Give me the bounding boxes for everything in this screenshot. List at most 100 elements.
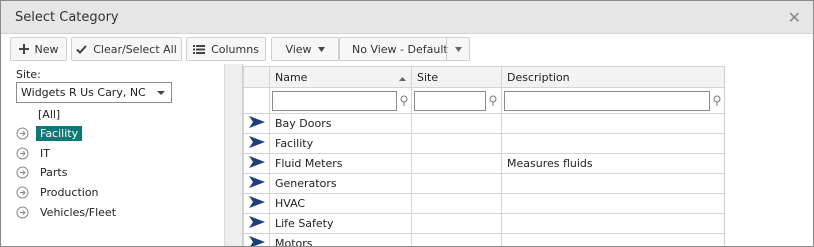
name-cell: Motors: [269, 233, 412, 246]
site-label: Site:: [16, 68, 41, 81]
circle-arrow-icon[interactable]: [16, 206, 29, 219]
clear-select-all-label: Clear/Select All: [93, 42, 177, 56]
site-filter-input[interactable]: [414, 90, 486, 111]
select-row-cell[interactable]: [243, 213, 270, 234]
arrow-right-icon[interactable]: [248, 196, 265, 208]
column-header-site[interactable]: Site: [411, 66, 502, 88]
new-button-label: New: [34, 42, 59, 56]
tree-item-production[interactable]: Production: [16, 183, 103, 201]
site-select[interactable]: Widgets R Us Cary, NC: [16, 82, 172, 103]
category-grid-area: Name Site Description Bay Doors Facility…: [243, 64, 813, 247]
select-row-cell[interactable]: [243, 153, 270, 174]
description-cell: [501, 233, 725, 246]
tree-item-label: Facility: [36, 125, 83, 141]
arrow-right-icon[interactable]: [248, 176, 265, 188]
tree-item-it[interactable]: IT: [16, 144, 54, 162]
view-select-value: No View - Default: [352, 42, 448, 56]
table-row[interactable]: HVAC: [243, 193, 725, 214]
description-filter-input[interactable]: [504, 90, 710, 111]
view-button-label: View: [285, 42, 312, 56]
filter-icon[interactable]: [399, 95, 409, 107]
name-cell: Life Safety: [269, 213, 412, 234]
site-cell: [411, 113, 502, 134]
select-row-cell[interactable]: [243, 173, 270, 194]
site-cell: [411, 153, 502, 174]
circle-arrow-icon[interactable]: [16, 147, 29, 160]
arrow-right-icon[interactable]: [248, 116, 265, 128]
clear-select-all-button[interactable]: Clear/Select All: [71, 37, 182, 61]
tree-item-all[interactable]: [All]: [34, 105, 64, 123]
grid-empty-area: [724, 66, 813, 246]
dialog-title: Select Category: [15, 10, 119, 25]
name-filter-input[interactable]: [272, 90, 397, 111]
tree-item-label: [All]: [38, 107, 61, 121]
new-button[interactable]: New: [10, 37, 67, 61]
select-row-cell[interactable]: [243, 233, 270, 247]
column-header-description[interactable]: Description: [501, 66, 725, 88]
arrow-right-icon[interactable]: [248, 156, 265, 168]
tree-item-parts[interactable]: Parts: [16, 163, 71, 181]
table-row[interactable]: Facility: [243, 133, 725, 154]
toolbar: New Clear/Select All Columns View No Vie…: [1, 34, 813, 64]
caret-down-icon: [317, 46, 325, 52]
category-grid: Name Site Description Bay Doors Facility…: [243, 66, 725, 247]
name-cell: Generators: [269, 173, 412, 194]
table-row[interactable]: Bay Doors: [243, 113, 725, 134]
columns-button[interactable]: Columns: [186, 37, 266, 61]
site-select-value: Widgets R Us Cary, NC: [21, 86, 146, 99]
select-row-cell[interactable]: [243, 113, 270, 134]
tree-item-vehicles-fleet[interactable]: Vehicles/Fleet: [16, 203, 120, 221]
filter-cell-site: [411, 87, 502, 114]
category-tree-pane: Site: Widgets R Us Cary, NC [All] Facili…: [2, 64, 225, 246]
sort-ascending-icon: [399, 76, 406, 81]
table-row[interactable]: Generators: [243, 173, 725, 194]
site-cell: [411, 233, 502, 246]
column-header-select: [243, 66, 270, 88]
arrow-right-icon[interactable]: [248, 136, 265, 148]
description-cell: [501, 113, 725, 134]
filter-cell-description: [501, 87, 725, 114]
circle-arrow-icon[interactable]: [16, 166, 29, 179]
column-header-description-label: Description: [507, 70, 570, 84]
filter-row: [243, 87, 725, 114]
description-cell: [501, 133, 725, 154]
select-row-cell[interactable]: [243, 193, 270, 214]
site-cell: [411, 133, 502, 154]
caret-down-icon: [157, 91, 165, 95]
filter-cell-empty: [243, 87, 270, 114]
circle-arrow-icon[interactable]: [16, 127, 29, 140]
tree-item-label: Production: [40, 185, 99, 199]
view-select-divider: [446, 38, 447, 60]
chevron-down-icon[interactable]: [455, 47, 462, 52]
filter-icon[interactable]: [712, 95, 722, 107]
column-header-name[interactable]: Name: [269, 66, 412, 88]
name-cell: Fluid Meters: [269, 153, 412, 174]
column-header-name-label: Name: [275, 70, 308, 84]
site-cell: [411, 213, 502, 234]
arrow-right-icon[interactable]: [248, 236, 265, 247]
filter-cell-name: [269, 87, 412, 114]
tree-item-label: Vehicles/Fleet: [40, 205, 117, 219]
select-row-cell[interactable]: [243, 133, 270, 154]
view-select[interactable]: No View - Default: [339, 37, 470, 61]
site-cell: [411, 173, 502, 194]
columns-button-label: Columns: [211, 42, 259, 56]
close-icon[interactable]: ✕: [788, 8, 801, 27]
table-row[interactable]: Fluid Meters Measures fluids: [243, 153, 725, 174]
filter-icon[interactable]: [488, 95, 498, 107]
name-cell: HVAC: [269, 193, 412, 214]
list-icon: [193, 44, 206, 54]
tree-item-label: Parts: [40, 165, 68, 179]
arrow-right-icon[interactable]: [248, 216, 265, 228]
view-button[interactable]: View: [271, 37, 339, 61]
circle-arrow-icon[interactable]: [16, 186, 29, 199]
description-cell: [501, 193, 725, 214]
splitter-gutter[interactable]: [225, 64, 243, 246]
select-category-dialog: Select Category ✕ New Clear/Select All C…: [0, 0, 814, 247]
table-row[interactable]: Life Safety: [243, 213, 725, 234]
description-cell: [501, 173, 725, 194]
checkmark-icon: [76, 44, 87, 54]
table-row[interactable]: Motors: [243, 233, 725, 247]
description-cell: Measures fluids: [501, 153, 725, 174]
tree-item-facility[interactable]: Facility: [16, 124, 83, 142]
